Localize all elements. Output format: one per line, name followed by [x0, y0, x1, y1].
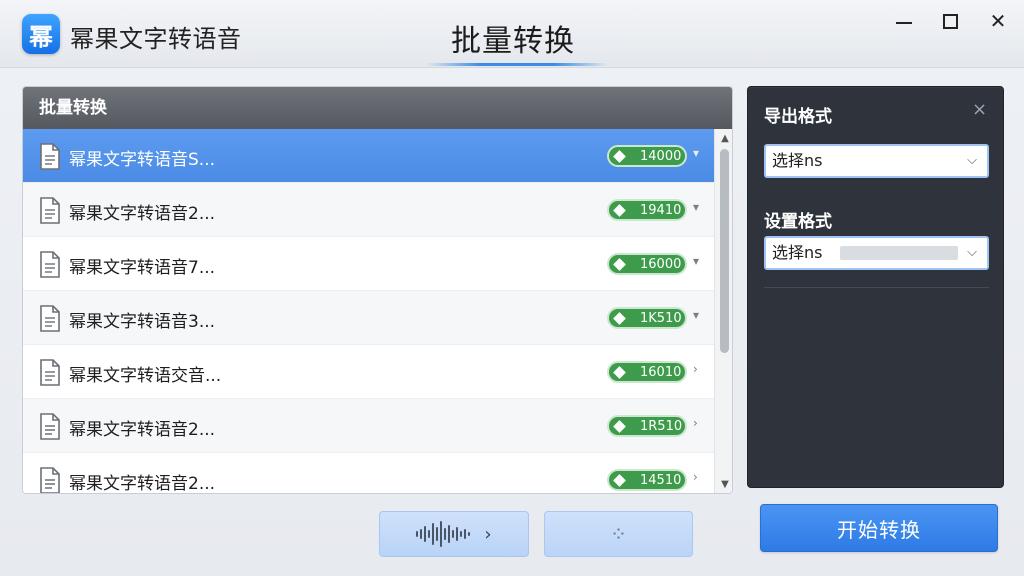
list-scrollbar[interactable]: ▲ ▼ [714, 129, 732, 493]
list-header: 批量转换 [23, 87, 732, 129]
batch-list-panel: 批量转换 幂果文字转语音S... 14000 ▾ 幂果文字转语音2... 19410 ▾ 幂… [22, 86, 733, 494]
row-expand-icon[interactable]: ▾ [693, 308, 699, 322]
close-icon: ✕ [989, 9, 1007, 33]
badge-value: 16000 [640, 256, 682, 272]
file-name: 幂果文字转语音2... [69, 420, 216, 440]
file-icon [39, 305, 61, 332]
waveform-icon [416, 521, 471, 547]
row-expand-icon[interactable]: ▾ [693, 200, 699, 214]
chevron-down-icon: ⌵ [967, 245, 977, 260]
placeholder-bar [840, 246, 958, 260]
list-item[interactable]: 幂果文字转语交音... 16010 › [23, 345, 714, 399]
list-item[interactable]: 幂果文字转语音2... 14510 › [23, 453, 714, 494]
file-icon [39, 197, 61, 224]
diamond-icon [613, 257, 626, 271]
minimize-button[interactable] [891, 8, 917, 34]
maximize-icon [942, 13, 958, 29]
export-format-select[interactable]: 选择ns ⌵ [764, 144, 989, 178]
status-badge[interactable]: 19410 [607, 199, 687, 221]
badge-value: 19410 [640, 202, 682, 218]
file-icon [39, 413, 61, 440]
settings-divider [764, 287, 989, 288]
close-button[interactable]: ✕ [985, 8, 1011, 34]
status-badge[interactable]: 14510 [607, 469, 687, 491]
diamond-icon [613, 419, 626, 433]
file-icon [39, 467, 61, 493]
maximize-button[interactable] [937, 8, 963, 34]
app-title: 幂果文字转语音 [70, 25, 242, 53]
list-item[interactable]: 幂果文字转语音2... 1R510 › [23, 399, 714, 453]
app-logo: 幂 [22, 14, 60, 54]
set-format-value: 选择ns [772, 243, 823, 262]
list-item[interactable]: 幂果文字转语音3... 1K510 ▾ [23, 291, 714, 345]
diamond-icon [613, 365, 626, 379]
set-format-select[interactable]: 选择ns ⌵ [764, 236, 989, 270]
export-format-value: 选择ns [772, 151, 823, 170]
file-icon [39, 359, 61, 386]
row-expand-icon[interactable]: › [693, 362, 698, 376]
list-item[interactable]: 幂果文字转语音2... 19410 ▾ [23, 183, 714, 237]
file-icon [39, 251, 61, 278]
file-name: 幂果文字转语音S... [69, 150, 216, 170]
set-format-label: 设置格式 [764, 212, 832, 232]
diamond-icon [613, 203, 626, 217]
badge-value: 1R510 [640, 418, 683, 434]
diamond-icon [613, 473, 626, 487]
export-format-label: 导出格式 [764, 107, 832, 127]
scroll-down-icon[interactable]: ▼ [715, 477, 732, 493]
app-window: 幂 幂果文字转语音 批量转换 ✕ 批量转换 幂果文字转语音S... 14000 ▾ 幂… [0, 0, 1024, 576]
status-badge[interactable]: 14000 [607, 145, 687, 167]
diamond-icon [613, 149, 626, 163]
badge-value: 14510 [640, 472, 682, 488]
scroll-thumb[interactable] [720, 149, 729, 353]
row-expand-icon[interactable]: › [693, 416, 698, 430]
processing-button[interactable]: ⁘ [544, 511, 693, 557]
file-name: 幂果文字转语交音... [69, 366, 222, 386]
chevron-down-icon: ⌵ [967, 153, 977, 168]
badge-value: 14000 [640, 148, 682, 164]
status-badge[interactable]: 16000 [607, 253, 687, 275]
minimize-icon [896, 22, 912, 24]
badge-value: 16010 [640, 364, 682, 380]
list-item[interactable]: 幂果文字转语音S... 14000 ▾ [23, 129, 714, 183]
page-title: 批量转换 [451, 24, 575, 59]
status-badge[interactable]: 1K510 [607, 307, 687, 329]
start-convert-button[interactable]: 开始转换 [760, 504, 998, 552]
chevron-right-icon: › [484, 523, 492, 545]
settings-panel: 导出格式 × 选择ns ⌵ 设置格式 选择ns ⌵ [747, 86, 1004, 488]
loading-spinner-icon: ⁘ [610, 522, 627, 546]
page-title-underline [426, 63, 608, 66]
diamond-icon [613, 311, 626, 325]
row-expand-icon[interactable]: ▾ [693, 254, 699, 268]
list-item[interactable]: 幂果文字转语音7... 16000 ▾ [23, 237, 714, 291]
file-icon [39, 143, 61, 170]
row-expand-icon[interactable]: › [693, 470, 698, 484]
file-name: 幂果文字转语音7... [69, 258, 216, 278]
status-badge[interactable]: 16010 [607, 361, 687, 383]
file-name: 幂果文字转语音2... [69, 204, 216, 224]
status-badge[interactable]: 1R510 [607, 415, 687, 437]
audio-preview-button[interactable]: › [379, 511, 529, 557]
badge-value: 1K510 [640, 310, 682, 326]
title-bar: 幂 幂果文字转语音 批量转换 ✕ [0, 0, 1024, 68]
file-name: 幂果文字转语音2... [69, 474, 216, 494]
settings-close-icon[interactable]: × [972, 99, 987, 120]
file-name: 幂果文字转语音3... [69, 312, 216, 332]
scroll-up-icon[interactable]: ▲ [715, 131, 732, 147]
row-expand-icon[interactable]: ▾ [693, 146, 699, 160]
file-list: 幂果文字转语音S... 14000 ▾ 幂果文字转语音2... 19410 ▾ 幂果文字转语… [23, 129, 714, 494]
